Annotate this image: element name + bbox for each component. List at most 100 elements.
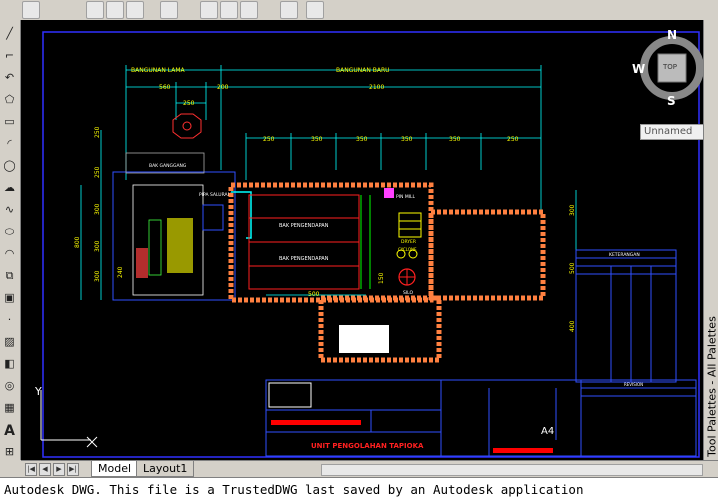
annex-wall [431,212,543,298]
keterangan-table [576,250,676,382]
sheet-size: A4 [541,426,554,437]
polyline-icon[interactable]: ⌐ [2,48,17,63]
dim-left-250a: 250 [94,126,101,138]
revision-label: REVISION [624,382,643,387]
pin-mill-label: PIN MILL [396,194,416,200]
dim-bottom-500: 500 [308,291,320,298]
drawing-canvas[interactable]: BANGUNAN LAMA BANGUNAN BARU 560 200 2100… [21,20,703,460]
viewcube-s[interactable]: S [667,94,676,108]
logo-box [269,383,311,407]
gradient-icon[interactable]: ◧ [2,356,17,371]
tab-model[interactable]: Model [91,461,138,477]
tab-layout1[interactable]: Layout1 [136,461,194,477]
viewcube-top[interactable]: TOP [663,63,677,71]
silo-label: SILO [403,290,414,296]
revcloud-icon[interactable]: ☁ [2,180,17,195]
polygon-icon[interactable]: ⬠ [2,92,17,107]
dim-top-250c: 250 [507,136,519,143]
dim-left-300a: 300 [94,203,101,215]
bak-ganggang-box [126,153,204,173]
dim-right-400: 400 [569,320,576,332]
cyclone-label: CYCLONE [398,247,417,252]
lower-room-fill [339,325,389,353]
ucs-icon [41,390,97,447]
dim-left-240: 240 [117,266,124,278]
dim-right-300: 300 [569,204,576,216]
dim-560: 560 [159,84,171,91]
redo-icon[interactable] [220,1,238,19]
dim-right-500: 500 [569,262,576,274]
rectangle-icon[interactable]: ▭ [2,114,17,129]
dim-2100: 2100 [369,84,384,91]
table-icon[interactable]: ▦ [2,400,17,415]
add-selected-icon[interactable]: ⊞ [2,444,17,459]
ellipse-arc-icon[interactable]: ◠ [2,246,17,261]
undo-arc-icon[interactable]: ↶ [2,70,17,85]
tank-octagon [173,114,201,138]
save-icon[interactable] [126,1,144,19]
dim-800: 800 [74,236,81,248]
insert-block-icon[interactable]: ⧉ [2,268,17,283]
layout-tabbar: |◀ ◀ ▶ ▶| Model Layout1 [21,460,718,477]
make-block-icon[interactable]: ▣ [2,290,17,305]
region-icon[interactable]: ◎ [2,378,17,393]
dim-200: 200 [217,84,229,91]
arc-icon[interactable]: ◜ [2,136,17,151]
dim-top-250b: 250 [263,136,275,143]
circle-icon[interactable]: ◯ [2,158,17,173]
dim-top-350-2: 350 [356,136,368,143]
sheet-border [43,32,699,457]
line-icon[interactable]: ╱ [2,26,17,41]
equipment-red [136,248,148,278]
point-icon[interactable]: · [2,312,17,327]
next-tab-icon[interactable]: ▶ [53,463,65,476]
spline-icon[interactable]: ∿ [2,202,17,217]
zoom-icon[interactable] [280,1,298,19]
dryer-label: DRYER [401,239,416,245]
undo-icon[interactable] [200,1,218,19]
pipa-saluran-label: PIPA SALURAN [199,192,231,198]
keterangan-label: KETERANGAN [609,252,640,258]
properties-icon[interactable] [306,1,324,19]
tool-palette-bar[interactable]: Tool Palettes - All Palettes [703,20,718,460]
project-title: UNIT PENGOLAHAN TAPIOKA [311,442,424,450]
new-icon[interactable] [86,1,104,19]
dim-left-300b: 300 [94,240,101,252]
viewcube-n[interactable]: N [667,28,677,42]
hatch-icon[interactable]: ▨ [2,334,17,349]
horizontal-scrollbar[interactable] [321,464,703,476]
ellipse-icon[interactable]: ⬭ [2,224,17,239]
bak-pengendapan-1-label: BAK PENGENDAPAN [279,223,329,229]
pin-mill-box [384,188,394,198]
dim-top-350-4: 350 [449,136,461,143]
draw-toolbar: ╱ ⌐ ↶ ⬠ ▭ ◜ ◯ ☁ ∿ ⬭ ◠ ⧉ ▣ · ▨ ◧ ◎ ▦ A ⊞ [0,20,21,460]
tool-palette-label: Tool Palettes - All Palettes [706,312,718,462]
top-toolbar [0,0,718,21]
command-line[interactable]: Autodesk DWG. This file is a TrustedDWG … [0,477,718,501]
cad-drawing: BANGUNAN LAMA BANGUNAN BARU 560 200 2100… [21,20,703,460]
label-bangunan-baru: BANGUNAN BARU [336,67,390,74]
dim-left-250b: 250 [94,166,101,178]
label-bangunan-lama: BANGUNAN LAMA [131,67,186,74]
last-tab-icon[interactable]: ▶| [67,463,79,476]
svg-text:Y: Y [34,385,42,398]
bak-pengendapan-2-label: BAK PENGENDAPAN [279,256,329,262]
dim-left-300c: 300 [94,270,101,282]
dim-top-350-3: 350 [401,136,413,143]
named-view-dropdown[interactable]: Unnamed [640,124,703,140]
viewcube-w[interactable]: W [632,62,645,76]
title-redbar [271,420,361,425]
pipe-line [231,192,251,238]
dryer-box [399,213,421,237]
text-icon[interactable]: A [2,424,17,439]
equipment-yellow [167,218,193,273]
pan-icon[interactable] [240,1,258,19]
layers-icon[interactable] [22,1,40,19]
dim-150: 150 [378,272,385,284]
prev-tab-icon[interactable]: ◀ [39,463,51,476]
dim-top-350-1: 350 [311,136,323,143]
viewcube[interactable]: N S W TOP [636,32,703,104]
open-icon[interactable] [106,1,124,19]
print-icon[interactable] [160,1,178,19]
first-tab-icon[interactable]: |◀ [25,463,37,476]
